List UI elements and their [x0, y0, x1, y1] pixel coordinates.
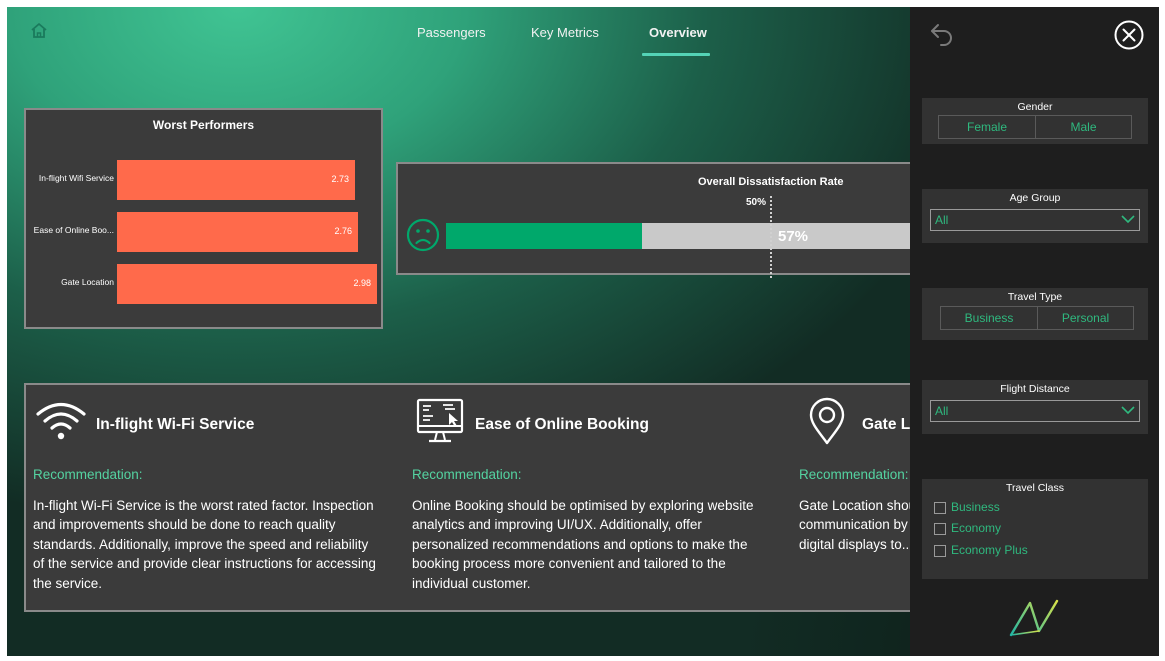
- brand-logo-icon: [1009, 599, 1059, 637]
- location-pin-icon: [809, 397, 845, 445]
- sad-face-icon: [406, 218, 440, 252]
- checkbox-label: Business: [951, 500, 1000, 514]
- flight-distance-value: All: [935, 404, 949, 418]
- travel-type-personal-button[interactable]: Personal: [1037, 306, 1134, 330]
- target-line: [770, 196, 772, 278]
- bar[interactable]: 2.98: [117, 264, 377, 304]
- recommendation-title: In-flight Wi-Fi Service: [96, 416, 255, 433]
- recommendation-title: Ease of Online Booking: [475, 416, 649, 433]
- filter-panel: Gender Female Male Age Group All Travel …: [910, 7, 1159, 656]
- bar-category-label: In-flight Wifi Service: [38, 173, 114, 183]
- worst-performers-card: Worst Performers In-flight Wifi Service 2…: [24, 108, 383, 329]
- recommendation-label: Recommendation:: [33, 467, 143, 482]
- target-label: 50%: [746, 197, 767, 208]
- recommendations-card: In-flight Wi-Fi Service Recommendation: …: [24, 383, 1143, 612]
- flight-distance-filter: Flight Distance All: [922, 380, 1148, 434]
- chevron-down-icon: [1121, 215, 1135, 224]
- age-group-filter: Age Group All: [922, 189, 1148, 243]
- recommendation-label: Recommendation:: [799, 467, 909, 482]
- dissatisfaction-title: Overall Dissatisfaction Rate: [698, 176, 844, 188]
- travel-class-filter-title: Travel Class: [1006, 482, 1064, 494]
- recommendation-text: In-flight Wi-Fi Service is the worst rat…: [33, 498, 376, 591]
- bar-value-label: 2.73: [331, 174, 349, 184]
- gender-female-button[interactable]: Female: [938, 115, 1036, 139]
- dissatisfaction-value: 57%: [778, 228, 809, 245]
- age-group-dropdown[interactable]: All: [930, 209, 1140, 231]
- travel-type-business-button[interactable]: Business: [940, 306, 1038, 330]
- back-arrow-icon[interactable]: [928, 21, 956, 47]
- bar-value-label: 2.76: [334, 226, 352, 236]
- home-icon[interactable]: [29, 21, 49, 41]
- recommendation-wifi: In-flight Wi-Fi Service Recommendation: …: [26, 385, 396, 610]
- tab-key-metrics[interactable]: Key Metrics: [531, 25, 599, 40]
- dissatisfaction-gauge-track: [446, 223, 966, 249]
- age-group-filter-title: Age Group: [1009, 192, 1061, 204]
- checkbox[interactable]: [934, 502, 946, 514]
- age-group-value: All: [935, 213, 949, 227]
- chevron-down-icon: [1121, 406, 1135, 415]
- recommendation-text: Online Booking should be optimised by ex…: [412, 498, 754, 591]
- active-tab-indicator: [642, 53, 710, 56]
- bar-category-label: Ease of Online Boo...: [33, 225, 114, 235]
- close-icon[interactable]: [1114, 20, 1144, 50]
- checkbox[interactable]: [934, 545, 946, 557]
- checkbox-label: Economy: [951, 521, 1002, 535]
- travel-type-filter: Travel Type Business Personal: [922, 288, 1148, 340]
- flight-distance-dropdown[interactable]: All: [930, 400, 1140, 422]
- bar-category-label: Gate Location: [61, 277, 114, 287]
- tab-overview[interactable]: Overview: [649, 25, 707, 40]
- report-canvas: Passengers Key Metrics Overview Worst Pe…: [7, 7, 1159, 656]
- bar[interactable]: 2.73: [117, 160, 355, 200]
- tab-passengers[interactable]: Passengers: [417, 25, 486, 40]
- recommendation-online-booking: Ease of Online Booking Recommendation: O…: [405, 385, 775, 610]
- wifi-icon: [36, 402, 86, 440]
- dissatisfaction-card: Overall Dissatisfaction Rate 57% 50%: [396, 162, 966, 278]
- checkbox[interactable]: [934, 523, 946, 535]
- worst-performers-title: Worst Performers: [152, 118, 255, 132]
- bar[interactable]: 2.76: [117, 212, 358, 252]
- bar-value-label: 2.98: [353, 278, 371, 288]
- online-booking-icon: [416, 398, 464, 443]
- gender-filter: Gender Female Male: [922, 98, 1148, 144]
- dissatisfaction-gauge-fill: [446, 223, 642, 249]
- travel-type-filter-title: Travel Type: [1007, 291, 1063, 303]
- checkbox-label: Economy Plus: [951, 543, 1028, 557]
- recommendation-label: Recommendation:: [412, 467, 522, 482]
- gender-male-button[interactable]: Male: [1035, 115, 1132, 139]
- travel-class-filter: Travel Class Business Economy Economy Pl…: [922, 479, 1148, 579]
- gender-filter-title: Gender: [1017, 101, 1053, 113]
- flight-distance-filter-title: Flight Distance: [1000, 383, 1070, 395]
